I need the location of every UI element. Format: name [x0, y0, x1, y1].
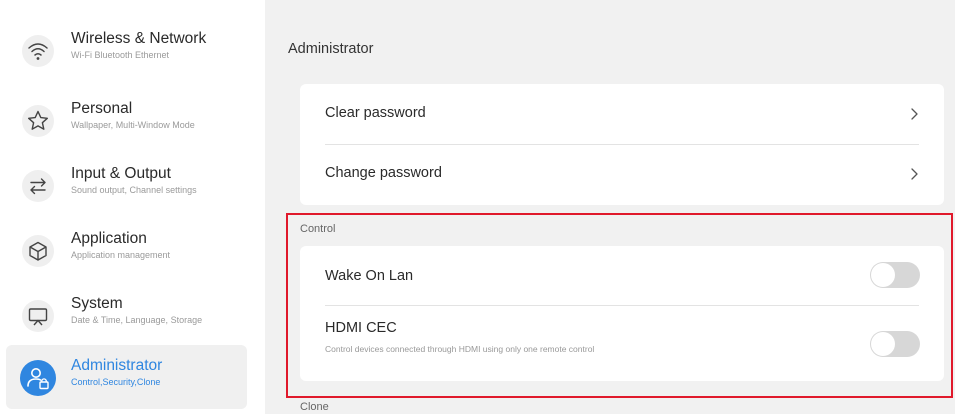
- sidebar-item-subtitle: Wallpaper, Multi-Window Mode: [71, 120, 195, 130]
- toggle-knob: [871, 263, 895, 287]
- sidebar: Wireless & Network Wi-Fi Bluetooth Ether…: [0, 0, 265, 414]
- sidebar-item-title: Wireless & Network: [71, 30, 207, 47]
- sidebar-item-title: Input & Output: [71, 165, 171, 182]
- wake-on-lan-row[interactable]: Wake On Lan: [300, 246, 944, 306]
- star-icon: [20, 103, 56, 139]
- wifi-icon: [20, 33, 56, 69]
- sidebar-item-title: Administrator: [71, 357, 163, 374]
- cube-icon: [20, 233, 56, 269]
- wake-on-lan-toggle[interactable]: [870, 262, 920, 288]
- clear-password-label: Clear password: [325, 105, 426, 121]
- sidebar-item-title: System: [71, 295, 123, 312]
- hdmi-cec-row[interactable]: HDMI CEC Control devices connected throu…: [300, 306, 944, 381]
- change-password-label: Change password: [325, 165, 442, 181]
- hdmi-cec-description: Control devices connected through HDMI u…: [325, 344, 595, 354]
- sidebar-item-subtitle: Control,Security,Clone: [71, 377, 161, 387]
- chevron-right-icon: [911, 168, 918, 180]
- hdmi-cec-label: HDMI CEC: [325, 320, 397, 336]
- clear-password-row[interactable]: Clear password: [300, 84, 944, 144]
- sidebar-item-application[interactable]: Application Application management: [6, 218, 247, 282]
- chevron-right-icon: [911, 108, 918, 120]
- sidebar-item-title: Application: [71, 230, 147, 247]
- password-card: Clear password Change password: [300, 84, 944, 205]
- control-card: Wake On Lan HDMI CEC Control devices con…: [300, 246, 944, 381]
- sidebar-item-subtitle: Application management: [71, 250, 171, 260]
- sidebar-item-input-output[interactable]: Input & Output Sound output, Channel set…: [6, 153, 247, 217]
- change-password-row[interactable]: Change password: [300, 145, 944, 205]
- sidebar-item-personal[interactable]: Personal Wallpaper, Multi-Window Mode: [6, 88, 247, 152]
- hdmi-cec-toggle[interactable]: [870, 331, 920, 357]
- sidebar-item-title: Personal: [71, 100, 133, 117]
- sidebar-item-subtitle: Wi-Fi Bluetooth Ethernet: [71, 50, 170, 60]
- toggle-knob: [871, 332, 895, 356]
- sidebar-item-subtitle: Sound output, Channel settings: [71, 185, 197, 195]
- section-label-clone: Clone: [300, 401, 329, 413]
- sidebar-item-system[interactable]: System Date & Time, Language, Storage: [6, 283, 247, 347]
- admin-user-lock-icon: [20, 360, 56, 396]
- sidebar-item-administrator[interactable]: Administrator Control,Security,Clone: [6, 345, 247, 409]
- page-title: Administrator: [288, 41, 374, 57]
- swap-arrows-icon: [20, 168, 56, 204]
- section-label-control: Control: [300, 223, 336, 235]
- wake-on-lan-label: Wake On Lan: [325, 268, 414, 284]
- monitor-icon: [20, 298, 56, 334]
- sidebar-item-subtitle: Date & Time, Language, Storage: [71, 315, 203, 325]
- sidebar-item-wireless-network[interactable]: Wireless & Network Wi-Fi Bluetooth Ether…: [6, 18, 247, 82]
